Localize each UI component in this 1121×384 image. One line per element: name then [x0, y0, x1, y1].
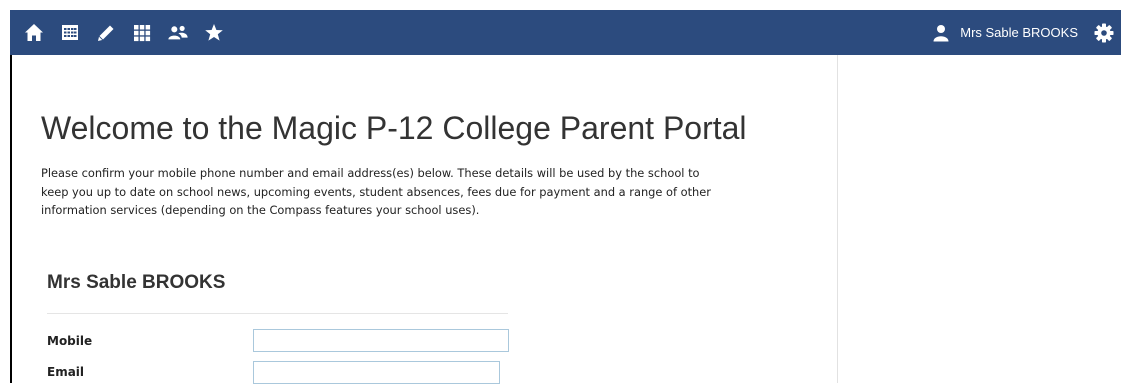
contact-name-heading: Mrs Sable BROOKS [47, 272, 226, 293]
gear-icon[interactable] [1093, 22, 1115, 44]
user-icon [933, 23, 951, 43]
form-divider [47, 313, 508, 314]
mobile-field[interactable] [253, 329, 509, 352]
grid-icon[interactable] [131, 22, 153, 44]
star-icon[interactable] [203, 22, 225, 44]
content-area: Welcome to the Magic P-12 College Parent… [10, 55, 1121, 384]
nav-icon-group [23, 22, 239, 44]
navigation-bar: Mrs Sable BROOKS [10, 10, 1121, 55]
people-icon[interactable] [167, 22, 189, 44]
page-title: Welcome to the Magic P-12 College Parent… [41, 110, 747, 146]
content-left-border [10, 55, 12, 383]
pencil-icon[interactable] [95, 22, 117, 44]
user-menu[interactable]: Mrs Sable BROOKS [933, 10, 1121, 55]
user-name-link[interactable]: Mrs Sable BROOKS [960, 25, 1078, 40]
email-field[interactable] [253, 361, 500, 384]
mobile-label: Mobile [47, 334, 93, 348]
home-icon[interactable] [23, 22, 45, 44]
top-bar: Mrs Sable BROOKS [0, 0, 1121, 55]
email-label: Email [47, 365, 85, 379]
calendar-icon[interactable] [59, 22, 81, 44]
column-divider [837, 55, 838, 383]
intro-text: Please confirm your mobile phone number … [41, 166, 711, 217]
